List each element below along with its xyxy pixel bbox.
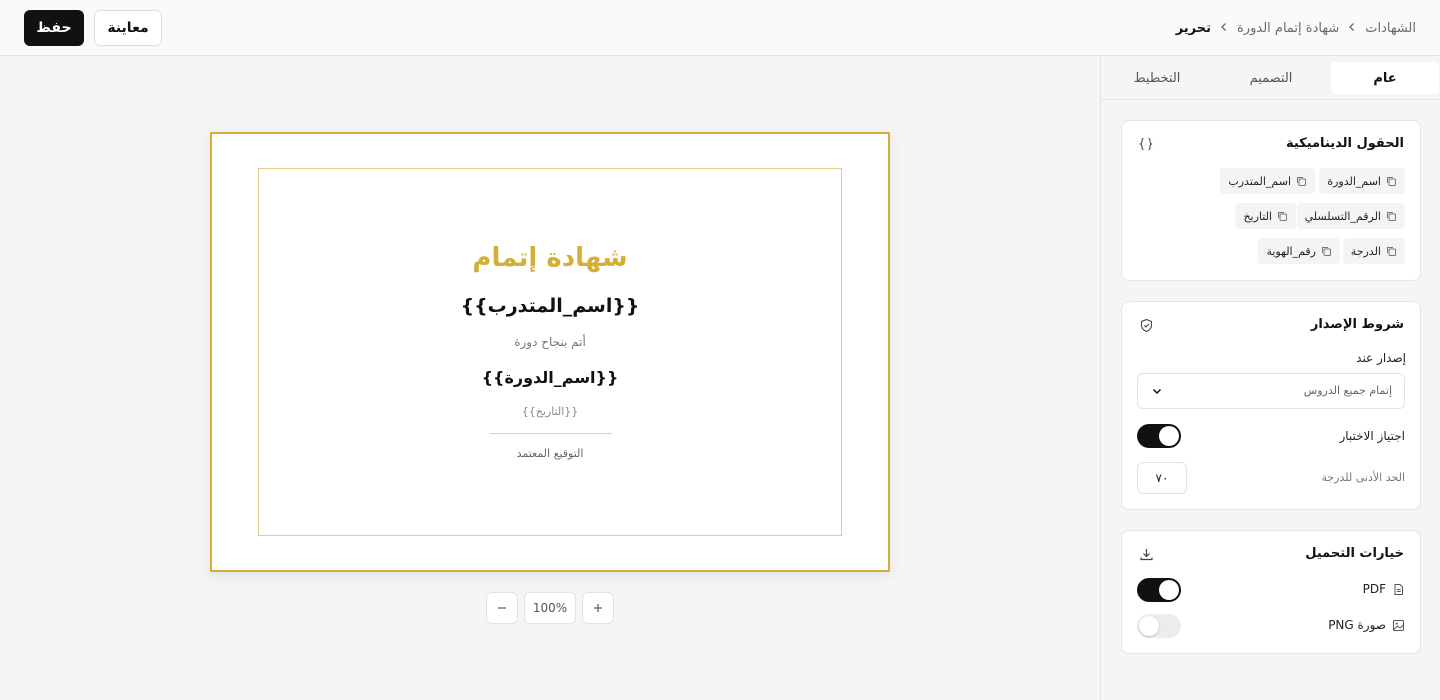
certificate-signature-label[interactable]: التوقيع المعتمد (259, 447, 841, 460)
certificate-preview[interactable]: شهادة إتمام {{اسم_المتدرب}} أتم بنجاح دو… (210, 132, 890, 572)
zoom-level: 100% (524, 592, 576, 624)
issue-on-value: إتمام جميع الدروس (1303, 384, 1392, 397)
issue-conditions-title: شروط الإصدار (1310, 317, 1404, 332)
field-chip-course-name[interactable]: اسم_الدورة (1319, 168, 1405, 194)
tab-layout[interactable]: التخطيط (1103, 62, 1211, 94)
chip-label: اسم_الدورة (1327, 174, 1381, 188)
chevron-down-icon (1150, 384, 1164, 402)
png-option: PNG صورة (1328, 618, 1405, 632)
chevron-left-icon (1347, 21, 1357, 35)
minus-icon (498, 607, 506, 609)
certificate-course-field[interactable]: {{اسم_الدورة}} (259, 368, 841, 387)
preview-button[interactable]: معاينة (94, 10, 162, 46)
dynamic-fields-card: الحقول الديناميكية اسم_الدورة اسم_المتدر… (1121, 120, 1421, 281)
breadcrumb-item-certificate[interactable]: شهادة إتمام الدورة (1237, 21, 1339, 36)
pass-test-toggle[interactable] (1137, 424, 1181, 448)
copy-icon (1322, 246, 1331, 256)
settings-panel: عام التصميم التخطيط الحقول الديناميكية ا… (1100, 56, 1440, 700)
png-label: PNG صورة (1328, 618, 1386, 632)
file-text-icon (1394, 583, 1403, 595)
chip-label: الدرجة (1350, 244, 1381, 258)
chevron-left-icon (1219, 21, 1229, 35)
breadcrumb-item-certificates[interactable]: الشهادات (1365, 21, 1416, 36)
toggle-knob (1139, 616, 1159, 636)
save-button[interactable]: حفظ (24, 10, 84, 46)
settings-tabs: عام التصميم التخطيط (1101, 56, 1440, 100)
field-chip-trainee-name[interactable]: اسم_المتدرب (1220, 168, 1315, 194)
breadcrumb-item-edit: تحرير (1175, 20, 1211, 36)
tab-design[interactable]: التصميم (1217, 62, 1325, 94)
chip-label: رقم_الهوية (1266, 244, 1316, 258)
certificate-body-text[interactable]: أتم بنجاح دورة (259, 335, 841, 349)
chip-label: الرقم_التسلسلي (1304, 209, 1381, 223)
field-chip-serial-number[interactable]: الرقم_التسلسلي (1296, 203, 1405, 229)
copy-icon (1387, 246, 1396, 256)
certificate-canvas: شهادة إتمام {{اسم_المتدرب}} أتم بنجاح دو… (0, 56, 1100, 700)
copy-icon (1297, 176, 1306, 186)
certificate-title[interactable]: شهادة إتمام (259, 243, 841, 273)
download-options-card: خيارات التحميل PDF PNG صورة (1121, 530, 1421, 654)
issue-conditions-card: شروط الإصدار إصدار عند إتمام جميع الدروس… (1121, 301, 1421, 510)
field-chip-date[interactable]: التاريخ (1235, 203, 1296, 229)
copy-icon (1387, 211, 1396, 221)
shield-check-icon (1138, 317, 1154, 333)
toggle-knob (1159, 580, 1179, 600)
copy-icon (1278, 211, 1287, 221)
download-options-title: خيارات التحميل (1305, 546, 1404, 561)
issue-on-label: إصدار عند (1356, 351, 1406, 365)
pdf-label: PDF (1362, 582, 1386, 596)
dynamic-fields-title: الحقول الديناميكية (1285, 136, 1404, 151)
pdf-option: PDF (1363, 582, 1405, 596)
certificate-name-field[interactable]: {{اسم_المتدرب}} (259, 295, 841, 317)
min-grade-label: الحد الأدنى للدرجة (1321, 471, 1405, 484)
png-toggle[interactable] (1137, 614, 1181, 638)
copy-icon (1387, 176, 1396, 186)
min-grade-input[interactable]: ٧٠ (1137, 462, 1187, 494)
field-chip-id-number[interactable]: رقم_الهوية (1258, 238, 1340, 264)
top-header: الشهادات شهادة إتمام الدورة تحرير معاينة… (0, 0, 1440, 56)
tab-general[interactable]: عام (1331, 62, 1439, 94)
chip-label: التاريخ (1243, 209, 1272, 223)
plus-icon (594, 604, 602, 612)
signature-line (490, 433, 612, 434)
breadcrumb: الشهادات شهادة إتمام الدورة تحرير (1176, 0, 1416, 56)
zoom-in-button[interactable] (582, 592, 614, 624)
toggle-knob (1159, 426, 1179, 446)
zoom-out-button[interactable] (486, 592, 518, 624)
issue-on-select[interactable]: إتمام جميع الدروس (1137, 373, 1405, 409)
certificate-date-field[interactable]: {{التاريخ}} (259, 405, 841, 418)
image-icon (1393, 619, 1404, 631)
pass-test-label: اجتياز الاختبار (1339, 429, 1405, 443)
chip-label: اسم_المتدرب (1228, 174, 1291, 188)
download-icon (1138, 546, 1154, 562)
certificate-inner-border: شهادة إتمام {{اسم_المتدرب}} أتم بنجاح دو… (258, 168, 842, 536)
braces-icon (1138, 136, 1154, 152)
pdf-toggle[interactable] (1137, 578, 1181, 602)
field-chip-grade[interactable]: الدرجة (1342, 238, 1405, 264)
